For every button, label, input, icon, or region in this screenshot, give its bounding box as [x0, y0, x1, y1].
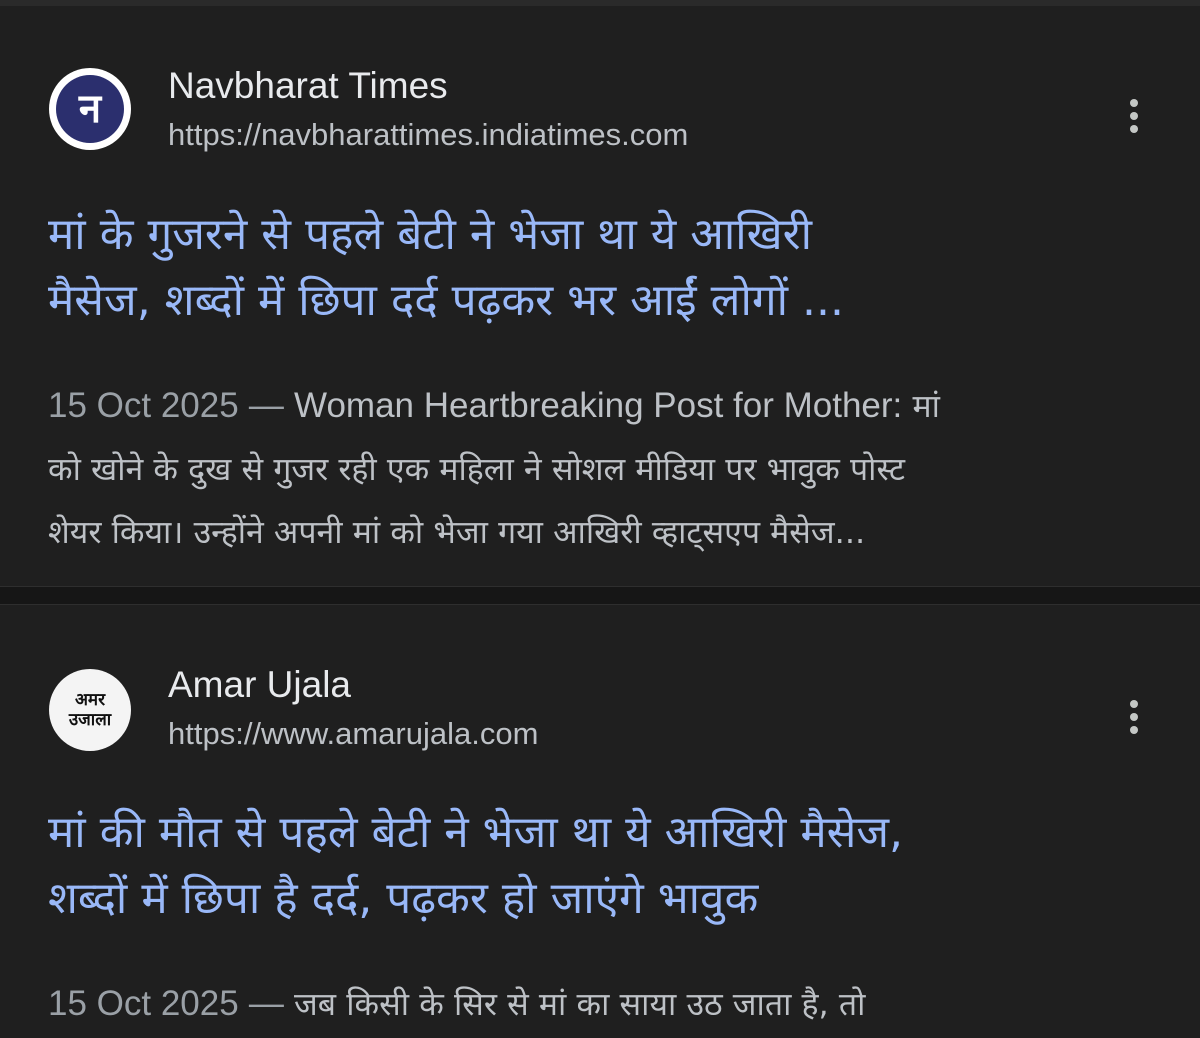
result-divider — [0, 586, 1200, 605]
result-date: 15 Oct 2025 — [48, 984, 239, 1023]
result-title-line: मैसेज, शब्दों में छिपा दर्द पढ़कर भर आईं… — [48, 275, 844, 326]
date-separator: — — [248, 984, 284, 1023]
more-options-button[interactable] — [1112, 695, 1156, 739]
snippet-line: को खोने के दुख से गुजर रही एक महिला ने स… — [48, 450, 906, 488]
site-name[interactable]: Amar Ujala — [168, 665, 351, 705]
snippet-english-text: Woman Heartbreaking Post for Mother: — [294, 386, 903, 425]
search-result: अमर उजाला Amar Ujala https://www.amaruja… — [0, 605, 1200, 1038]
site-url[interactable]: https://www.amarujala.com — [168, 717, 538, 751]
snippet-hindi-text: मां — [912, 387, 940, 425]
amar-ujala-logo-line2: उजाला — [68, 709, 112, 730]
snippet-line: शेयर किया। उन्होंने अपनी मां को भेजा गया… — [48, 513, 866, 551]
result-snippet: 15 Oct 2025 — Woman Heartbreaking Post f… — [48, 374, 1158, 564]
more-vert-icon — [1130, 99, 1138, 107]
result-date: 15 Oct 2025 — [48, 386, 239, 425]
result-title-line: मां की मौत से पहले बेटी ने भेजा था ये आख… — [48, 807, 904, 858]
search-result: न Navbharat Times https://navbharattimes… — [0, 6, 1200, 586]
snippet-line: 15 Oct 2025 — Woman Heartbreaking Post f… — [48, 374, 1158, 438]
snippet-line: 15 Oct 2025 — जब किसी के सिर से मां का स… — [48, 972, 1158, 1036]
result-title-link[interactable]: मां की मौत से पहले बेटी ने भेजा था ये आख… — [48, 800, 1158, 932]
amar-ujala-favicon-icon[interactable]: अमर उजाला — [49, 669, 131, 751]
result-title-line: शब्दों में छिपा है दर्द, पढ़कर हो जाएंगे… — [48, 873, 759, 924]
date-separator: — — [248, 386, 284, 425]
amar-ujala-logo-line1: अमर — [74, 689, 106, 710]
site-url[interactable]: https://navbharattimes.indiatimes.com — [168, 118, 688, 152]
result-snippet: 15 Oct 2025 — जब किसी के सिर से मां का स… — [48, 972, 1158, 1036]
result-title-link[interactable]: मां के गुजरने से पहले बेटी ने भेजा था ये… — [48, 202, 1158, 334]
site-name[interactable]: Navbharat Times — [168, 66, 448, 106]
more-options-button[interactable] — [1112, 94, 1156, 138]
navbharat-times-favicon-icon[interactable]: न — [49, 68, 131, 150]
result-title-line: मां के गुजरने से पहले बेटी ने भेजा था ये… — [48, 209, 813, 260]
snippet-hindi-text: जब किसी के सिर से मां का साया उठ जाता है… — [294, 985, 866, 1023]
navbharat-times-logo-glyph: न — [56, 75, 124, 143]
more-vert-icon — [1130, 700, 1138, 708]
